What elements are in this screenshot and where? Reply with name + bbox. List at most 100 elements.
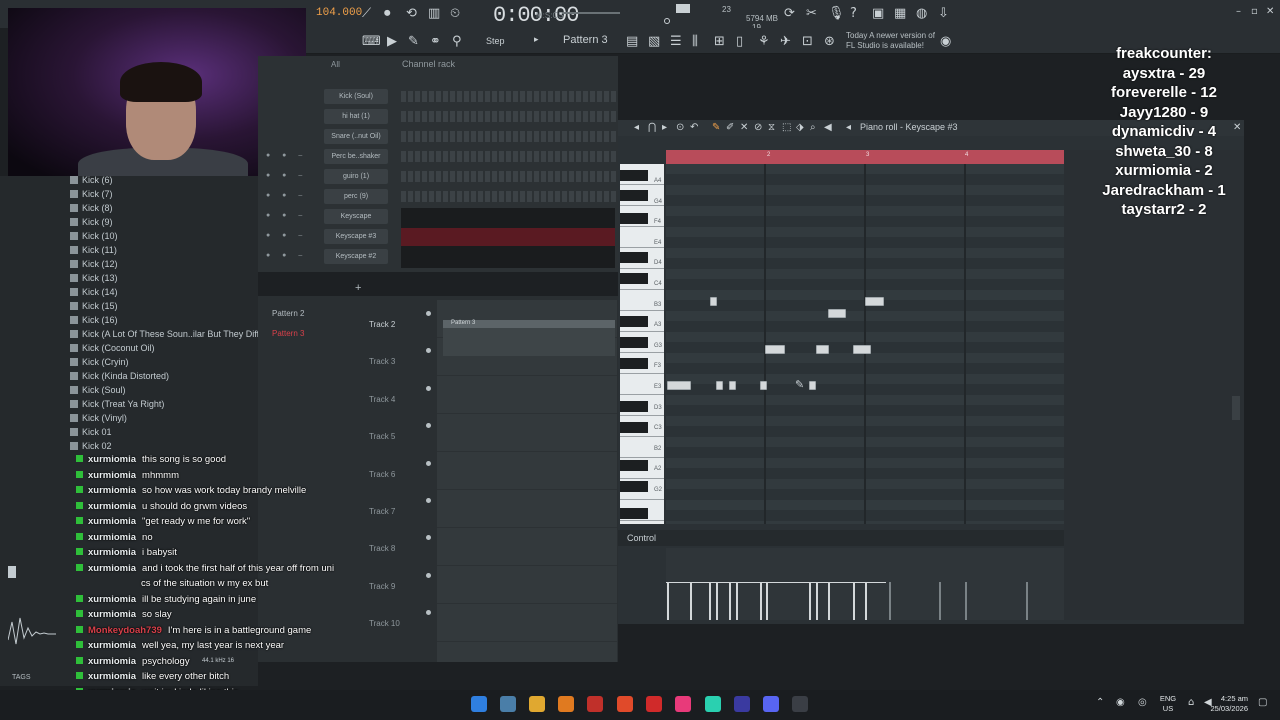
- velocity-bar[interactable]: [939, 582, 941, 620]
- save-icon[interactable]: ▣: [872, 6, 884, 21]
- maximize-icon[interactable]: ▫: [1251, 6, 1258, 17]
- snap-mode[interactable]: Step: [486, 36, 505, 46]
- track-mute-dot[interactable]: [426, 385, 431, 391]
- browser-item[interactable]: Kick (14): [70, 287, 118, 297]
- browser-item[interactable]: Kick (Treat Ya Right): [70, 399, 164, 409]
- note[interactable]: [809, 381, 816, 390]
- pattern-arrow-icon[interactable]: ▸: [534, 35, 539, 45]
- step-sequencer-row[interactable]: [401, 171, 616, 182]
- tool-icon[interactable]: ✈: [780, 34, 791, 49]
- black-key[interactable]: [620, 422, 648, 433]
- tray-app-icon[interactable]: ◎: [1138, 697, 1147, 708]
- delete-tool-icon[interactable]: ✕: [740, 122, 748, 133]
- note[interactable]: [765, 345, 785, 354]
- app-icon[interactable]: [646, 696, 662, 712]
- undo-history-icon[interactable]: ⟳: [784, 6, 795, 21]
- record-mode-icon[interactable]: ⏺: [384, 6, 391, 21]
- browser-item[interactable]: Kick (7): [70, 189, 113, 199]
- channel-button[interactable]: perc (9): [324, 189, 388, 204]
- track-label[interactable]: Track 6: [369, 470, 395, 479]
- channel-button[interactable]: Perc be..shaker: [324, 149, 388, 164]
- velocity-bar[interactable]: [853, 582, 855, 620]
- pr-arrow-icon[interactable]: ◂: [634, 122, 639, 133]
- note[interactable]: [710, 297, 717, 306]
- channel-button[interactable]: Keyscape #3: [324, 229, 388, 244]
- browser-item[interactable]: Kick (Vinyl): [70, 413, 127, 423]
- cpu-icon[interactable]: ⊡: [802, 34, 813, 49]
- network-icon[interactable]: ⊛: [824, 34, 835, 49]
- preview-scroll-handle[interactable]: [8, 566, 16, 578]
- start-icon[interactable]: [471, 696, 487, 712]
- velocity-bar[interactable]: [809, 582, 811, 620]
- channel-button[interactable]: Snare (..nut Oil): [324, 129, 388, 144]
- browser-item[interactable]: Kick (Coconut Oil): [70, 343, 155, 353]
- channel-rack-icon[interactable]: ☰: [670, 34, 682, 49]
- black-key[interactable]: [620, 170, 648, 181]
- velocity-bar[interactable]: [766, 582, 768, 620]
- channel-filter[interactable]: All: [331, 60, 340, 69]
- track-label[interactable]: Track 5: [369, 432, 395, 441]
- browser-item[interactable]: Kick (15): [70, 301, 118, 311]
- brave-browser-icon[interactable]: [617, 696, 633, 712]
- pencil-tool-icon[interactable]: ✎: [712, 122, 720, 133]
- note[interactable]: [716, 381, 723, 390]
- speaker-icon[interactable]: ◀: [824, 122, 832, 133]
- black-key[interactable]: [620, 401, 648, 412]
- app-icon[interactable]: [675, 696, 691, 712]
- select-tool-icon[interactable]: ⬚: [782, 122, 791, 133]
- track-label[interactable]: Track 2: [369, 320, 395, 329]
- black-key[interactable]: [620, 460, 648, 471]
- microphone-icon[interactable]: 🎙: [828, 6, 845, 21]
- track-mute-dot[interactable]: [426, 498, 431, 503]
- language-indicator[interactable]: ENG US: [1158, 694, 1178, 714]
- pattern-selector[interactable]: Pattern 3: [563, 34, 608, 46]
- browser-item[interactable]: Kick (Soul): [70, 385, 126, 395]
- loop-icon[interactable]: ⟲: [406, 6, 417, 21]
- tags-label[interactable]: TAGS: [12, 674, 31, 681]
- black-key[interactable]: [620, 337, 648, 348]
- file-icon[interactable]: ▯: [736, 34, 743, 49]
- browser-item[interactable]: Kick (9): [70, 217, 113, 227]
- track-label[interactable]: Track 7: [369, 507, 395, 516]
- track-mute-dot[interactable]: [426, 572, 431, 578]
- channel-button[interactable]: Kick (Soul): [324, 89, 388, 104]
- velocity-bar[interactable]: [716, 582, 718, 620]
- fl-studio-icon[interactable]: [558, 696, 574, 712]
- channel-controls[interactable]: ● ● –: [266, 232, 307, 239]
- cut-icon[interactable]: ✂: [806, 6, 817, 21]
- browser-item[interactable]: Kick (12): [70, 259, 118, 269]
- browser-item[interactable]: Kick (16): [70, 315, 118, 325]
- note[interactable]: [729, 381, 736, 390]
- track-label[interactable]: Track 10: [369, 619, 400, 628]
- step-sequencer-row[interactable]: [401, 131, 616, 142]
- note[interactable]: [760, 381, 767, 390]
- velocity-bar[interactable]: [1026, 582, 1028, 620]
- pattern-item[interactable]: Pattern 2: [262, 305, 352, 323]
- file-explorer-icon[interactable]: [529, 696, 545, 712]
- browser-item[interactable]: Kick (Cryin): [70, 357, 129, 367]
- track-label[interactable]: Track 3: [369, 357, 395, 366]
- playlist-icon[interactable]: ▤: [626, 34, 638, 49]
- tray-app-icon[interactable]: ◉: [1116, 697, 1125, 708]
- channel-button[interactable]: Keyscape #2: [324, 249, 388, 264]
- minimize-icon[interactable]: –: [1236, 6, 1241, 17]
- notification-icon[interactable]: ▢: [1258, 697, 1267, 708]
- countdown-icon[interactable]: ⏲: [450, 6, 460, 21]
- note[interactable]: [865, 297, 884, 306]
- black-key[interactable]: [620, 213, 648, 224]
- note[interactable]: [816, 345, 829, 354]
- obs-icon[interactable]: [734, 696, 750, 712]
- tray-overflow-icon[interactable]: ⌃: [1096, 697, 1104, 708]
- tempo-display[interactable]: 104.000: [316, 7, 362, 19]
- pr-undo-icon[interactable]: ↶: [690, 122, 698, 133]
- master-volume-slider[interactable]: [562, 12, 620, 14]
- browser-item[interactable]: Kick (A Lot Of These Soun..ilar But They…: [70, 329, 283, 339]
- note[interactable]: [667, 381, 691, 390]
- slice-tool-icon[interactable]: ⧖: [768, 122, 775, 133]
- browser-item[interactable]: Kick (11): [70, 245, 117, 255]
- velocity-bar[interactable]: [736, 582, 738, 620]
- step-sequencer-row[interactable]: [401, 151, 616, 162]
- track-mute-dot[interactable]: [426, 311, 431, 316]
- chat-icon[interactable]: ◍: [916, 6, 927, 21]
- piano-roll-scrollbar[interactable]: [1232, 396, 1240, 420]
